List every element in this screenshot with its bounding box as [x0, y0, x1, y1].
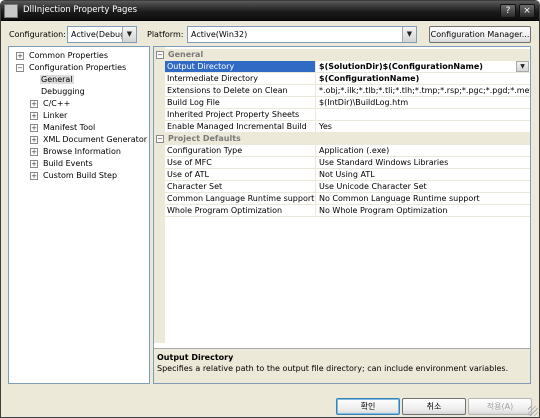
property-row[interactable]: Inherited Project Property Sheets — [165, 109, 530, 121]
chevron-down-icon[interactable]: ▼ — [122, 27, 136, 42]
property-row[interactable]: Extensions to Delete on Clean *.obj;*.il… — [165, 85, 530, 97]
property-value[interactable]: $(ConfigurationName) — [317, 73, 530, 84]
expand-icon[interactable]: + — [30, 172, 38, 180]
property-name[interactable]: Intermediate Directory — [165, 73, 316, 84]
collapse-icon[interactable]: − — [156, 51, 164, 59]
expand-icon[interactable]: + — [30, 100, 38, 108]
property-value[interactable]: Use Standard Windows Libraries — [317, 157, 530, 168]
resize-grip[interactable] — [528, 406, 538, 416]
configuration-value: Active(Debug) — [71, 30, 129, 39]
expand-icon[interactable]: + — [30, 160, 38, 168]
tree-item-label: Debugging — [41, 87, 85, 96]
property-row[interactable]: Enable Managed Incremental Build Yes — [165, 121, 530, 133]
chevron-down-icon[interactable]: ▼ — [516, 61, 529, 72]
tree-item-label: Build Events — [43, 159, 93, 168]
window-title: DllInjection Property Pages — [23, 5, 138, 15]
category-general[interactable]: − General — [154, 49, 530, 61]
tree-item-label: XML Document Generator — [43, 135, 147, 144]
property-name[interactable]: Configuration Type — [165, 145, 316, 156]
help-icon[interactable]: ? — [500, 4, 516, 18]
property-grid[interactable]: − General Output Directory $(SolutionDir… — [153, 46, 531, 384]
property-name[interactable]: Use of MFC — [165, 157, 316, 168]
platform-value: Active(Win32) — [191, 30, 248, 39]
description-text: Specifies a relative path to the output … — [157, 364, 509, 373]
category-label: General — [168, 50, 204, 59]
property-row[interactable]: Build Log File $(IntDir)\BuildLog.htm — [165, 97, 530, 109]
tree-item-label: Custom Build Step — [43, 171, 118, 180]
expand-icon[interactable]: + — [30, 124, 38, 132]
property-name[interactable]: Use of ATL — [165, 169, 316, 180]
tree-item-label: Linker — [43, 111, 68, 120]
expand-icon[interactable]: + — [30, 148, 38, 156]
tree-item-label: General — [40, 75, 74, 84]
property-row[interactable]: Configuration Type Application (.exe) — [165, 145, 530, 157]
property-row[interactable]: Intermediate Directory $(ConfigurationNa… — [165, 73, 530, 85]
category-project-defaults[interactable]: − Project Defaults — [154, 133, 530, 145]
property-value[interactable]: No Whole Program Optimization — [317, 205, 530, 216]
close-icon[interactable]: × — [519, 4, 535, 18]
property-value[interactable]: Yes — [317, 121, 530, 132]
property-name[interactable]: Output Directory — [165, 61, 316, 72]
collapse-icon[interactable]: − — [156, 135, 164, 143]
description-title: Output Directory — [157, 353, 234, 362]
property-name[interactable]: Enable Managed Incremental Build — [165, 121, 316, 132]
grid-gutter — [154, 47, 165, 343]
configuration-manager-button[interactable]: Configuration Manager... — [429, 26, 531, 43]
property-value[interactable]: $(SolutionDir)$(ConfigurationName) — [317, 61, 530, 72]
configuration-select[interactable]: Active(Debug) ▼ — [67, 26, 137, 43]
property-pages-dialog: DllInjection Property Pages ? × Configur… — [0, 0, 540, 418]
property-value[interactable]: No Common Language Runtime support — [317, 193, 530, 204]
property-row[interactable]: Character Set Use Unicode Character Set — [165, 181, 530, 193]
property-row[interactable]: Use of ATL Not Using ATL — [165, 169, 530, 181]
platform-label: Platform: — [147, 30, 184, 39]
expand-icon[interactable]: + — [30, 136, 38, 144]
property-value[interactable]: $(IntDir)\BuildLog.htm — [317, 97, 530, 108]
configuration-label: Configuration: — [9, 30, 66, 39]
platform-select[interactable]: Active(Win32) ▼ — [187, 26, 417, 43]
app-icon — [4, 4, 18, 18]
property-name[interactable]: Character Set — [165, 181, 316, 192]
property-row[interactable]: Output Directory $(SolutionDir)$(Configu… — [165, 61, 530, 73]
property-row[interactable]: Common Language Runtime support No Commo… — [165, 193, 530, 205]
tree-item-label: Browse Information — [43, 147, 121, 156]
property-tree[interactable]: + Common Properties − Configuration Prop… — [8, 46, 150, 384]
property-value[interactable]: Use Unicode Character Set — [317, 181, 530, 192]
expand-icon[interactable]: + — [16, 52, 24, 60]
cancel-button[interactable]: 취소 — [402, 398, 466, 415]
property-value[interactable] — [317, 109, 530, 120]
apply-button[interactable]: 적용(A) — [468, 398, 532, 415]
property-row[interactable]: Use of MFC Use Standard Windows Librarie… — [165, 157, 530, 169]
tree-item-label: Configuration Properties — [29, 63, 127, 72]
tree-item-label: Manifest Tool — [43, 123, 96, 132]
property-name[interactable]: Common Language Runtime support — [165, 193, 316, 204]
title-bar[interactable]: DllInjection Property Pages ? × — [1, 1, 539, 21]
property-name[interactable]: Whole Program Optimization — [165, 205, 316, 216]
description-panel: Output Directory Specifies a relative pa… — [154, 348, 530, 383]
tree-item-label: Common Properties — [29, 51, 109, 60]
property-row[interactable]: Whole Program Optimization No Whole Prog… — [165, 205, 530, 217]
property-value[interactable]: *.obj;*.ilk;*.tlb;*.tli;*.tlh;*.tmp;*.rs… — [317, 85, 530, 96]
tree-item-label: C/C++ — [43, 99, 71, 108]
expand-icon[interactable]: + — [30, 112, 38, 120]
category-label: Project Defaults — [168, 134, 241, 143]
property-name[interactable]: Build Log File — [165, 97, 316, 108]
property-name[interactable]: Inherited Project Property Sheets — [165, 109, 316, 120]
property-value[interactable]: Application (.exe) — [317, 145, 530, 156]
property-name[interactable]: Extensions to Delete on Clean — [165, 85, 316, 96]
ok-button[interactable]: 확인 — [336, 398, 400, 415]
property-value[interactable]: Not Using ATL — [317, 169, 530, 180]
chevron-down-icon[interactable]: ▼ — [402, 27, 416, 42]
collapse-icon[interactable]: − — [16, 64, 24, 72]
